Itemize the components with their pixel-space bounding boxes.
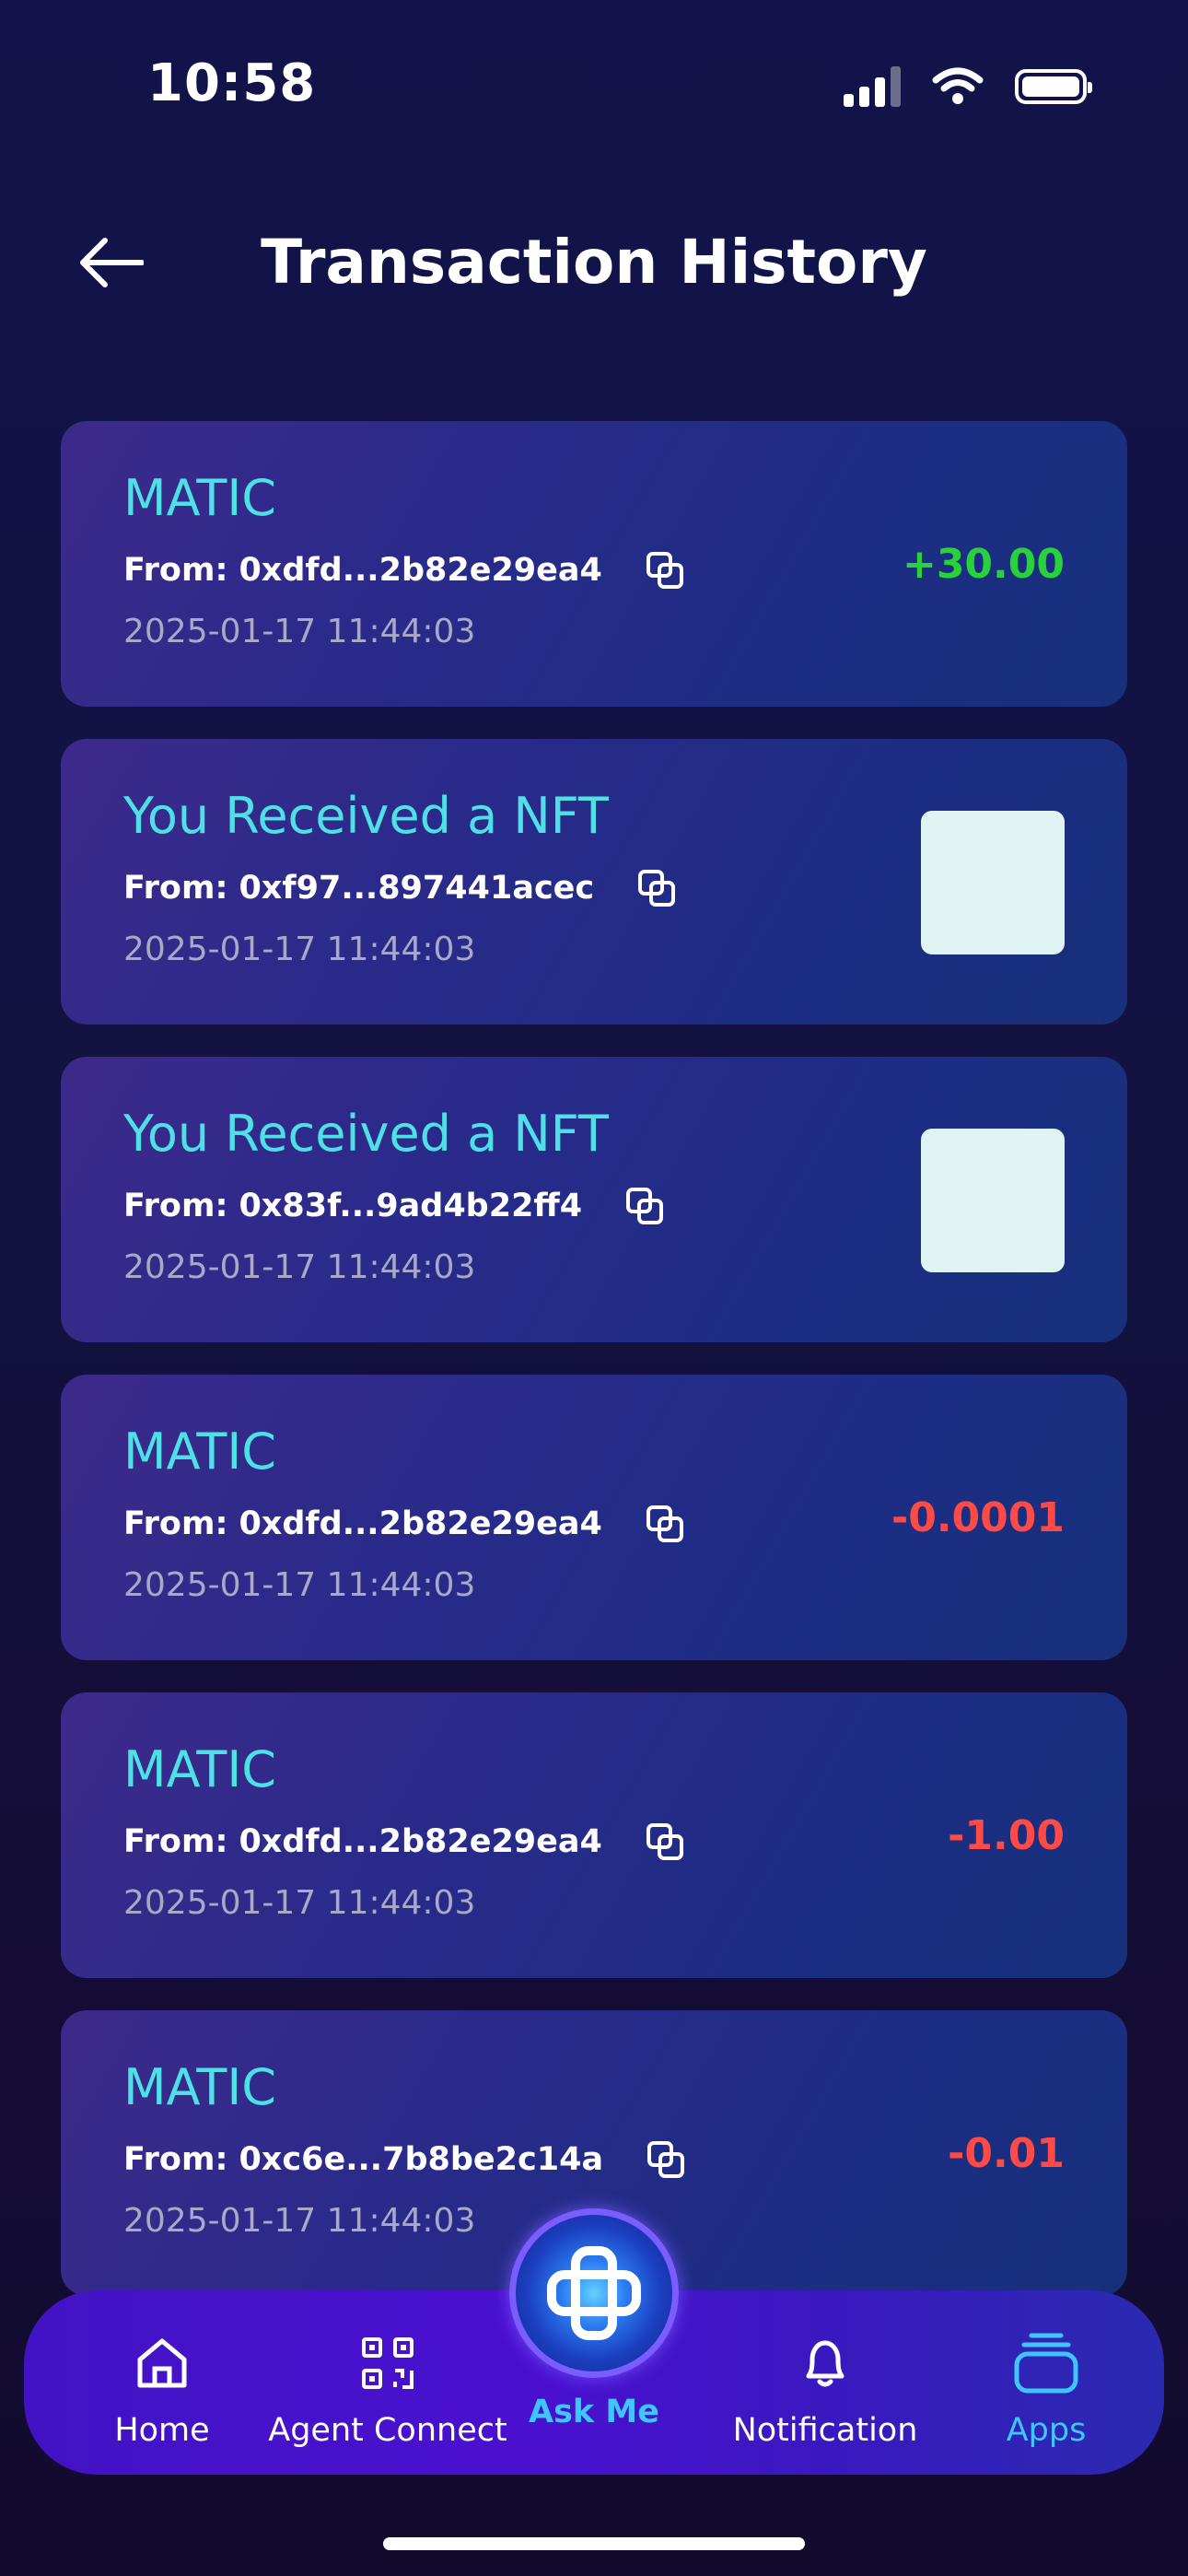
- copy-icon[interactable]: [645, 550, 685, 591]
- home-indicator: [383, 2537, 805, 2550]
- transaction-title: MATIC: [123, 1740, 276, 1798]
- battery-icon: [1015, 69, 1092, 104]
- nav-home[interactable]: Home: [52, 2290, 273, 2475]
- nft-thumbnail[interactable]: [921, 811, 1065, 954]
- nav-apps[interactable]: Apps: [954, 2290, 1138, 2475]
- from-address: 0xf97...897441acec: [239, 870, 595, 907]
- apps-stack-icon: [1011, 2329, 1081, 2397]
- from-address: 0xc6e...7b8be2c14a: [239, 2141, 604, 2178]
- from-address: 0xdfd...2b82e29ea4: [239, 552, 602, 589]
- transaction-title: MATIC: [123, 1423, 276, 1481]
- transaction-amount: -1.00: [948, 1812, 1065, 1859]
- status-time: 10:58: [147, 53, 317, 113]
- copy-icon[interactable]: [624, 1186, 665, 1226]
- from-label: From:: [123, 2141, 228, 2178]
- from-label: From:: [123, 552, 228, 589]
- transaction-card[interactable]: You Received a NFT From: 0x83f...9ad4b22…: [61, 1057, 1127, 1342]
- transaction-card[interactable]: You Received a NFT From: 0xf97...897441a…: [61, 739, 1127, 1025]
- from-address: 0x83f...9ad4b22ff4: [239, 1188, 583, 1224]
- transaction-from: From: 0x83f...9ad4b22ff4: [123, 1186, 665, 1226]
- qr-code-icon: [358, 2329, 417, 2397]
- transaction-from: From: 0xc6e...7b8be2c14a: [123, 2139, 686, 2180]
- transaction-timestamp: 2025-01-17 11:44:03: [123, 1248, 476, 1286]
- ask-me-logo-icon: [547, 2246, 641, 2340]
- copy-icon[interactable]: [645, 1821, 685, 1862]
- transaction-card[interactable]: MATIC From: 0xdfd...2b82e29ea4 2025-01-1…: [61, 421, 1127, 707]
- nav-agent-connect[interactable]: Agent Connect: [245, 2290, 530, 2475]
- transaction-timestamp: 2025-01-17 11:44:03: [123, 931, 476, 968]
- from-address: 0xdfd...2b82e29ea4: [239, 1505, 602, 1542]
- status-icons: [844, 66, 1092, 107]
- nav-notification[interactable]: Notification: [705, 2290, 945, 2475]
- transaction-amount: -0.0001: [891, 1494, 1065, 1541]
- transaction-timestamp: 2025-01-17 11:44:03: [123, 613, 476, 650]
- transaction-amount: -0.01: [948, 2130, 1065, 2177]
- from-label: From:: [123, 1823, 228, 1860]
- transaction-from: From: 0xdfd...2b82e29ea4: [123, 1821, 685, 1862]
- transaction-title: You Received a NFT: [123, 1105, 609, 1163]
- wifi-icon: [932, 67, 984, 104]
- copy-icon[interactable]: [636, 868, 677, 908]
- page-title: Transaction History: [261, 227, 927, 298]
- transaction-timestamp: 2025-01-17 11:44:03: [123, 1884, 476, 1922]
- bell-icon: [796, 2329, 855, 2397]
- transaction-timestamp: 2025-01-17 11:44:03: [123, 1566, 476, 1604]
- transaction-card[interactable]: MATIC From: 0xdfd...2b82e29ea4 2025-01-1…: [61, 1692, 1127, 1978]
- from-label: From:: [123, 870, 228, 907]
- transaction-title: MATIC: [123, 469, 276, 527]
- transaction-title: You Received a NFT: [123, 787, 609, 845]
- from-label: From:: [123, 1505, 228, 1542]
- nav-label-ask-me: Ask Me: [529, 2394, 659, 2430]
- from-label: From:: [123, 1188, 228, 1224]
- transaction-list: MATIC From: 0xdfd...2b82e29ea4 2025-01-1…: [61, 421, 1127, 2328]
- from-address: 0xdfd...2b82e29ea4: [239, 1823, 602, 1860]
- home-icon: [133, 2329, 192, 2397]
- cellular-signal-icon: [844, 66, 901, 107]
- copy-icon[interactable]: [646, 2139, 686, 2180]
- transaction-timestamp: 2025-01-17 11:44:03: [123, 2202, 476, 2240]
- ask-me-button[interactable]: [509, 2208, 679, 2378]
- copy-icon[interactable]: [645, 1504, 685, 1544]
- transaction-card[interactable]: MATIC From: 0xdfd...2b82e29ea4 2025-01-1…: [61, 1375, 1127, 1660]
- transaction-from: From: 0xdfd...2b82e29ea4: [123, 1504, 685, 1544]
- transaction-from: From: 0xf97...897441acec: [123, 868, 677, 908]
- transaction-title: MATIC: [123, 2058, 276, 2116]
- nft-thumbnail[interactable]: [921, 1129, 1065, 1272]
- transaction-from: From: 0xdfd...2b82e29ea4: [123, 550, 685, 591]
- transaction-amount: +30.00: [902, 541, 1065, 588]
